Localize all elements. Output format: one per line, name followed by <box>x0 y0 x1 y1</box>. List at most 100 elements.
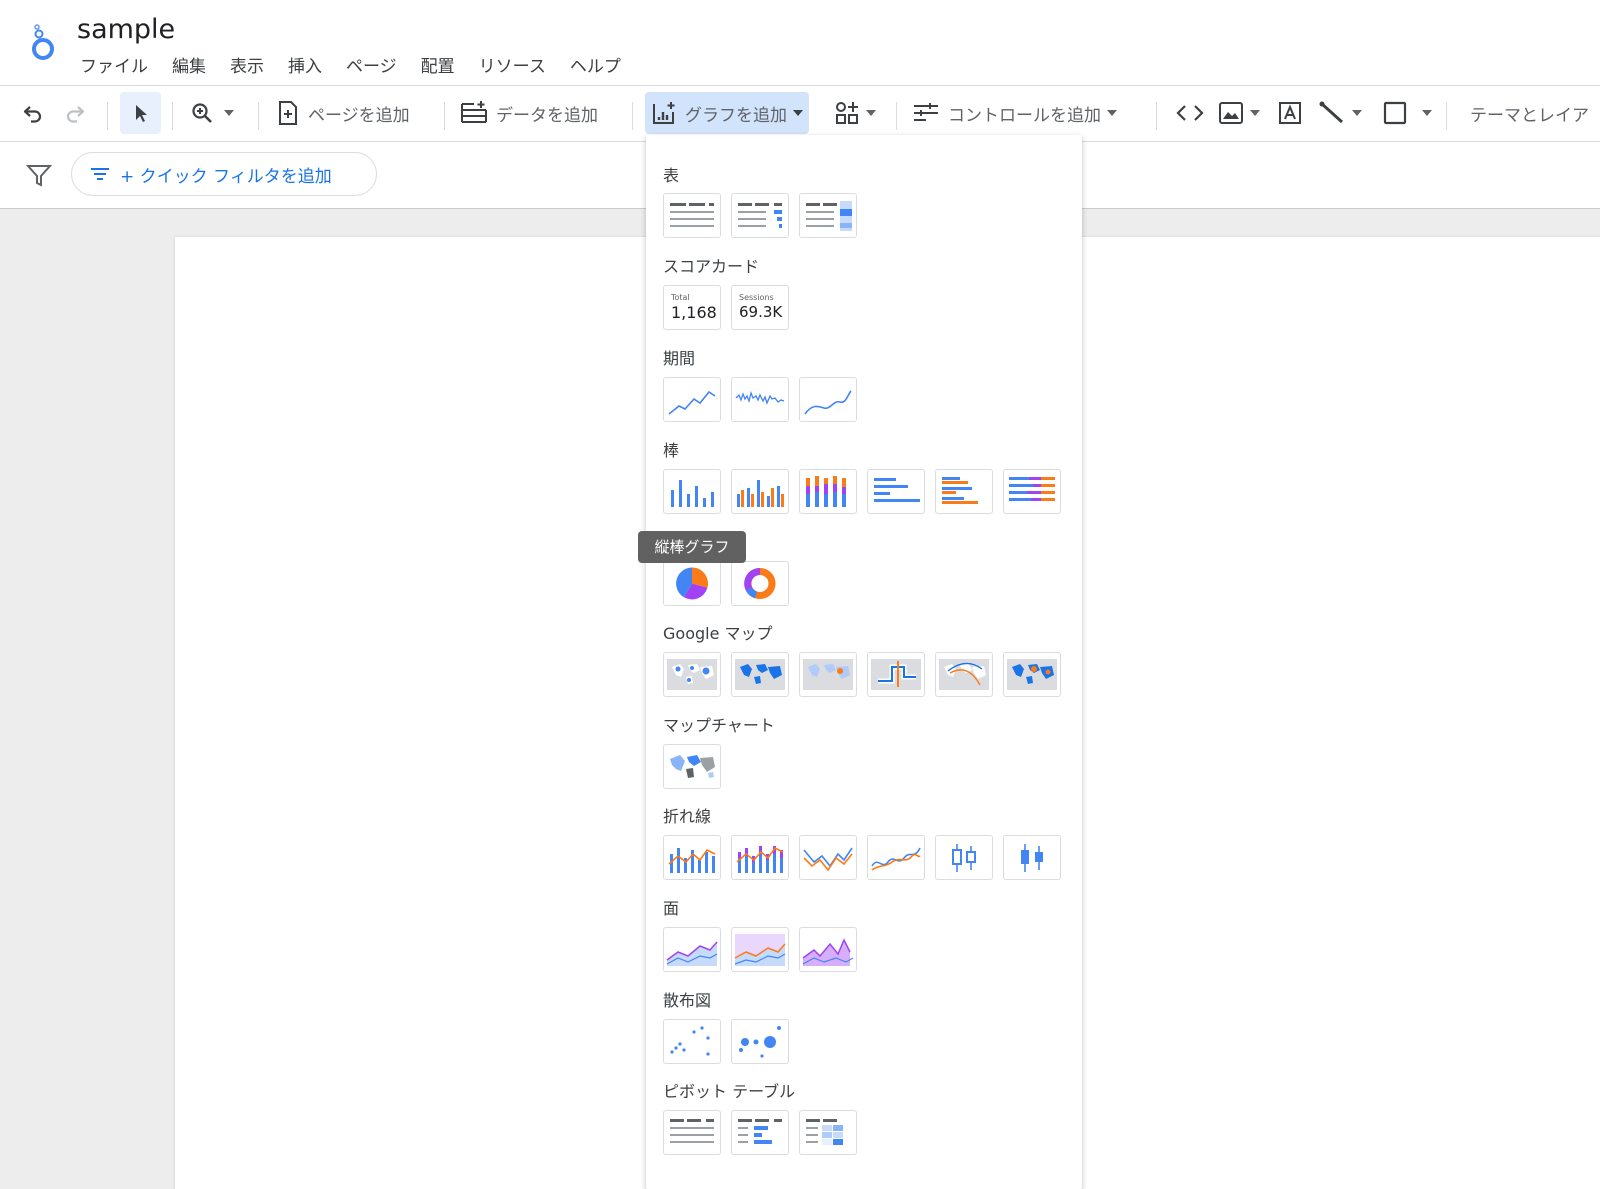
cursor-icon <box>135 105 147 122</box>
add-component-button[interactable] <box>834 92 876 134</box>
chart-option-column[interactable] <box>663 469 721 514</box>
theme-layout-button[interactable]: テーマとレイア <box>1462 92 1589 134</box>
scorecard-value: 1,168 <box>671 303 717 322</box>
toolbar-divider <box>1156 102 1157 130</box>
chart-option-line[interactable] <box>799 835 857 880</box>
table-heatmap-icon <box>806 201 852 231</box>
stacked-column-icon <box>806 476 846 507</box>
chart-option-timeseries[interactable] <box>663 377 721 422</box>
stacked-combo-icon <box>736 846 784 873</box>
add-chart-button[interactable]: グラフを追加 <box>645 92 809 134</box>
chart-option-filled-candlestick[interactable] <box>1003 835 1061 880</box>
menu-page[interactable]: ページ <box>334 54 409 80</box>
chart-option-stacked-combo[interactable] <box>731 835 789 880</box>
chart-option-bubble-map[interactable] <box>663 652 721 697</box>
menu-resource[interactable]: リソース <box>467 54 558 80</box>
chart-option-stacked-column[interactable] <box>799 469 857 514</box>
pivot-table-icon <box>670 1119 714 1143</box>
heatmap-map-icon <box>803 659 853 690</box>
chart-option-bar[interactable] <box>867 469 925 514</box>
chart-option-pie[interactable] <box>663 561 721 606</box>
add-chart-menu: 表 スコアカード Total 1,168 Sessions 69.3K 期間 棒 <box>646 135 1082 1189</box>
chart-option-scorecard-compact[interactable]: Sessions 69.3K <box>731 285 789 330</box>
chart-option-donut[interactable] <box>731 561 789 606</box>
line-button[interactable] <box>1318 92 1362 134</box>
chart-option-candlestick[interactable] <box>935 835 993 880</box>
filter-icon[interactable] <box>26 164 52 188</box>
chart-option-percent-area[interactable] <box>799 927 857 972</box>
section-line: 折れ線 <box>663 807 712 826</box>
bubble-map-icon <box>667 659 717 690</box>
chart-option-line-map[interactable] <box>867 652 925 697</box>
add-chart-label: グラフを追加 <box>685 105 787 126</box>
redo-button[interactable] <box>58 92 92 134</box>
add-control-button[interactable]: コントロールを追加 <box>912 92 1117 134</box>
chart-option-sparkline[interactable] <box>731 377 789 422</box>
chart-option-area[interactable] <box>663 927 721 972</box>
scorecard-label: Total <box>671 293 690 302</box>
undo-button[interactable] <box>16 92 50 134</box>
chart-option-pivot-bars[interactable] <box>731 1110 789 1155</box>
chart-option-heatmap-map[interactable] <box>799 652 857 697</box>
menu-help[interactable]: ヘルプ <box>558 54 633 80</box>
chart-option-flow-map[interactable] <box>935 652 993 697</box>
code-icon <box>1176 105 1204 121</box>
chart-option-bubble[interactable] <box>731 1019 789 1064</box>
menu-insert[interactable]: 挿入 <box>276 54 334 80</box>
chart-option-combo-map[interactable] <box>1003 652 1061 697</box>
add-data-label: データを追加 <box>496 105 598 126</box>
image-button[interactable] <box>1218 92 1260 134</box>
chevron-down-icon <box>1422 110 1432 116</box>
add-data-button[interactable]: データを追加 <box>460 92 598 134</box>
toolbar-divider <box>896 102 897 130</box>
menu-edit[interactable]: 編集 <box>160 54 218 80</box>
chevron-down-icon <box>1352 110 1362 116</box>
sparkline-icon <box>735 390 785 405</box>
filled-map-icon <box>735 659 785 690</box>
zoom-button[interactable] <box>190 92 242 134</box>
looker-studio-logo-icon[interactable] <box>28 22 58 62</box>
chart-option-combo[interactable] <box>663 835 721 880</box>
report-title[interactable]: sample <box>77 14 175 45</box>
filled-candlestick-icon <box>1021 844 1043 872</box>
area-chart-icon <box>666 941 718 966</box>
column-chart-icon <box>671 480 714 507</box>
add-page-button[interactable]: ページを追加 <box>276 92 410 134</box>
chart-option-scatter[interactable] <box>663 1019 721 1064</box>
chart-option-smoothed-line[interactable] <box>867 835 925 880</box>
bubble-chart-icon <box>739 1026 781 1058</box>
chart-option-filled-map[interactable] <box>731 652 789 697</box>
add-quick-filter-button[interactable]: + クイック フィルタを追加 <box>71 152 377 196</box>
chart-option-smoothed-timeseries[interactable] <box>799 377 857 422</box>
menu-view[interactable]: 表示 <box>218 54 276 80</box>
chart-option-pivot-heatmap[interactable] <box>799 1110 857 1155</box>
chart-option-stacked-bar[interactable] <box>1003 469 1061 514</box>
combo-chart-icon <box>668 848 716 873</box>
shape-button[interactable] <box>1382 92 1432 134</box>
chart-option-pivot-table[interactable] <box>663 1110 721 1155</box>
text-button[interactable] <box>1274 92 1306 134</box>
chart-option-stacked-area[interactable] <box>731 927 789 972</box>
embed-url-button[interactable] <box>1172 92 1208 134</box>
combo-map-icon <box>1007 659 1057 690</box>
chart-option-geo-chart[interactable] <box>663 744 721 789</box>
chart-option-grouped-column[interactable] <box>731 469 789 514</box>
chart-option-table-heatmap[interactable] <box>799 193 857 238</box>
chart-option-grouped-bar[interactable] <box>935 469 993 514</box>
chart-option-table-bars[interactable] <box>731 193 789 238</box>
chevron-down-icon <box>1250 110 1260 116</box>
menu-file[interactable]: ファイル <box>68 54 160 80</box>
smooth-line-icon <box>804 390 852 415</box>
select-tool-button[interactable] <box>120 92 161 134</box>
menu-arrange[interactable]: 配置 <box>409 54 467 80</box>
chevron-down-icon <box>866 110 876 116</box>
donut-chart-icon <box>744 568 776 599</box>
chart-option-scorecard[interactable]: Total 1,168 <box>663 285 721 330</box>
line-icon <box>1319 101 1344 124</box>
add-control-label: コントロールを追加 <box>948 105 1101 126</box>
section-bar: 棒 <box>663 441 680 460</box>
chart-option-table[interactable] <box>663 193 721 238</box>
section-area: 面 <box>663 899 680 918</box>
section-timeseries: 期間 <box>663 349 696 368</box>
add-page-label: ページを追加 <box>308 105 410 126</box>
